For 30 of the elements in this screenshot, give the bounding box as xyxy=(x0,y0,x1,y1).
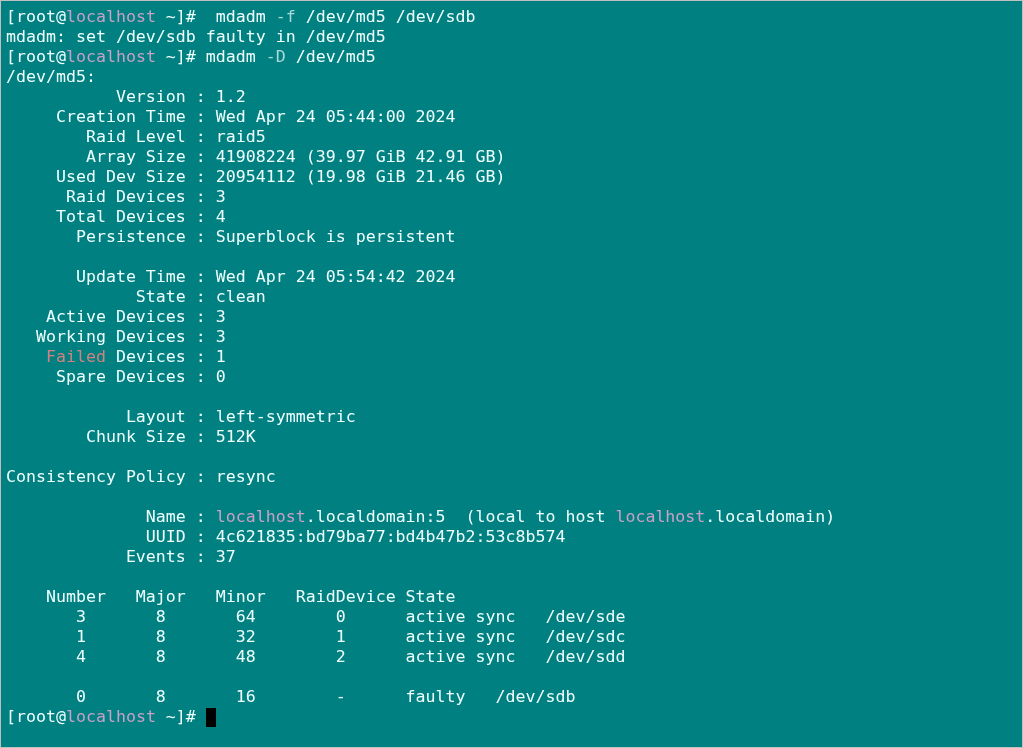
terminal-line: Events : 37 xyxy=(124,547,236,567)
terminal-line: Update Time : Wed Apr 24 05:54:42 2024 xyxy=(74,267,456,287)
terminal-line: Version : 1.2 xyxy=(114,87,246,107)
terminal-line: mdadm: set /dev/sdb faulty in /dev/md5 xyxy=(6,27,386,47)
terminal-line: [root@localhost ~]# xyxy=(6,707,197,727)
terminal-line: State : clean xyxy=(134,287,266,307)
terminal-line: [root@localhost ~]# mdadm -f /dev/md5 /dev/sdb xyxy=(6,7,476,27)
terminal-line: Number Major Minor RaidDevice State xyxy=(44,587,456,607)
terminal-line: UUID : 4c621835:bd79ba77:bd4b47b2:53c8b574 xyxy=(144,527,566,547)
terminal-line: 4 8 48 2 active sync /dev/sdd xyxy=(74,647,626,667)
terminal-line: 1 8 32 1 active sync /dev/sdc xyxy=(74,627,626,647)
terminal-line: Chunk Size : 512K xyxy=(84,427,256,447)
terminal-line: Array Size : 41908224 (39.97 GiB 42.91 GB) xyxy=(84,147,506,167)
terminal-line: Raid Devices : 3 xyxy=(64,187,226,207)
terminal-line: Layout : left-symmetric xyxy=(124,407,356,427)
terminal-line: /dev/md5: xyxy=(6,67,96,87)
terminal-line: Working Devices : 3 xyxy=(34,327,226,347)
terminal-line: Total Devices : 4 xyxy=(54,207,226,227)
terminal-line: Active Devices : 3 xyxy=(44,307,226,327)
terminal-line: Raid Level : raid5 xyxy=(84,127,266,147)
terminal-line: Name : localhost.localdomain:5 (local to host localhost.localdomain) xyxy=(144,507,836,527)
terminal-line: Spare Devices : 0 xyxy=(54,367,226,387)
terminal-line: Creation Time : Wed Apr 24 05:44:00 2024 xyxy=(54,107,456,127)
terminal-line: Used Dev Size : 20954112 (19.98 GiB 21.46 GB) xyxy=(54,167,506,187)
terminal-line: Consistency Policy : resync xyxy=(6,467,276,487)
terminal-line: Persistence : Superblock is persistent xyxy=(74,227,456,247)
terminal-line: 3 8 64 0 active sync /dev/sde xyxy=(74,607,626,627)
terminal-line: Failed Devices : 1 xyxy=(44,347,226,367)
terminal-line: [root@localhost ~]# mdadm -D /dev/md5 xyxy=(6,47,376,67)
terminal-line: 0 8 16 - faulty /dev/sdb xyxy=(74,687,576,707)
